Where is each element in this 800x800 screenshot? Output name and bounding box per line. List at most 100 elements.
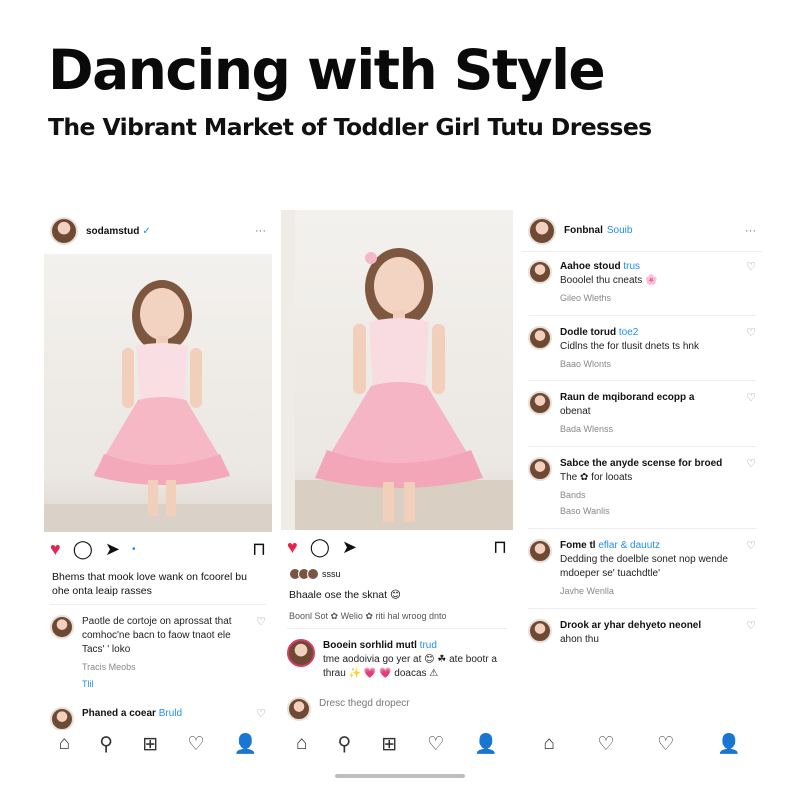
post-photo[interactable] — [281, 210, 513, 530]
more-options-icon[interactable]: ··· — [745, 225, 756, 237]
commenter-avatar[interactable] — [528, 260, 552, 284]
comment-text: The ✿ for looats — [560, 471, 633, 483]
comment-icon[interactable]: ◯ — [310, 537, 330, 558]
activity-icon[interactable]: ♡ — [427, 733, 444, 756]
comment-item: Drook ar yhar dehyeto neonel ahon thu ♡ — [522, 611, 762, 655]
comment-meta: Javhe Wenlla — [560, 585, 614, 596]
comment-item: Booein sorhlid mutl trud tme aodoivia go… — [281, 631, 513, 689]
commenter-avatar[interactable] — [528, 618, 552, 643]
comment-like-icon[interactable]: ♡ — [256, 615, 266, 690]
username[interactable]: sodamstud — [86, 226, 139, 237]
comment-like-icon[interactable]: ♡ — [746, 260, 756, 305]
post-actions: ♥ ◯ ➤ • ⊓ — [44, 532, 272, 566]
comment-meta: Baao Wlonts — [560, 358, 612, 369]
post-photo[interactable] — [44, 254, 272, 532]
divider — [528, 380, 756, 382]
comment-text: Dresc thegd dropecr — [319, 698, 410, 710]
home-indicator[interactable] — [335, 774, 465, 778]
post-header: sodamstud ✓ ··· — [44, 210, 272, 252]
comment-user[interactable]: Sabce the anyde scense for broed — [560, 458, 722, 469]
comment-like-icon[interactable]: ♡ — [746, 326, 756, 371]
comment-user[interactable]: Booein sorhlid mutl — [323, 640, 417, 651]
comment-meta: Bada Wlenss — [560, 424, 614, 435]
bookmark-icon[interactable]: ⊓ — [252, 539, 266, 560]
comment-user[interactable]: Drook ar yhar dehyeto neonel — [560, 620, 701, 631]
divider — [528, 314, 756, 316]
commenter-avatar[interactable] — [528, 325, 552, 350]
comment-item: Fome tl eflar & dauutz Dedding the doelb… — [522, 531, 762, 606]
post-actions: ♥ ◯ ➤ ⊓ — [281, 530, 513, 564]
share-icon[interactable]: ➤ — [342, 537, 357, 558]
post-caption: Bhaale ose the sknat 😊 — [289, 589, 401, 601]
comment-item: Phaned a coear Bruld ♡ — [44, 699, 272, 730]
comment-tag[interactable]: Bruld — [159, 708, 182, 719]
search-icon[interactable]: ⚲ — [99, 733, 113, 756]
comment-tag[interactable]: toe2 — [619, 327, 638, 338]
commenter-avatar[interactable] — [528, 456, 552, 481]
comment-like-icon[interactable]: ♡ — [746, 539, 756, 598]
avatar[interactable] — [50, 217, 78, 245]
profile-icon[interactable]: 👤 — [717, 732, 741, 756]
home-icon[interactable]: ⌂ — [59, 733, 70, 755]
commenter-avatar[interactable] — [50, 615, 74, 640]
post-panel-center: ♥ ◯ ➤ ⊓ sssu Bhaale ose the sknat 😊 Boon… — [281, 210, 513, 730]
comment-text: Paotle de cortoje on aprossat that comho… — [82, 616, 232, 656]
commenter-avatar[interactable] — [528, 391, 552, 416]
activity-icon[interactable]: ♡ — [187, 733, 204, 756]
page-title: Dancing with Style — [48, 38, 606, 102]
post-header: Fonbnal Souib ··· — [522, 210, 762, 252]
comment-sub: Tlil — [82, 678, 94, 689]
divider — [50, 604, 266, 606]
post-panel-left: sodamstud ✓ ··· ♥ ◯ ➤ • ⊓ Bhems that moo… — [44, 210, 272, 730]
divider — [528, 445, 756, 447]
comment-item: Aahoe stoud trus Booolel thu cneats 🌸 Gi… — [522, 252, 762, 313]
comment-like-icon[interactable]: ♡ — [746, 619, 756, 647]
user-tag[interactable]: Souib — [607, 225, 633, 236]
share-icon[interactable]: ➤ — [105, 539, 120, 560]
like-heart-icon[interactable]: ♥ — [50, 539, 61, 560]
profile-icon[interactable]: 👤 — [234, 732, 258, 756]
comment-item: Dresc thegd dropecr — [281, 689, 513, 729]
comment-like-icon[interactable]: ♡ — [746, 457, 756, 518]
verified-icon: ✓ — [142, 225, 151, 237]
bottom-nav-center: ⌂ ⚲ ⊞ ♡ 👤 — [281, 728, 513, 760]
divider — [287, 628, 507, 630]
comment-text: Booolel thu cneats 🌸 — [560, 275, 658, 286]
comment-user[interactable]: Aahoe stoud — [560, 261, 621, 272]
comment-like-icon[interactable]: ♡ — [746, 391, 756, 436]
comment-user[interactable]: Fome tl — [560, 540, 596, 551]
liker-avatars — [289, 568, 319, 580]
comment-tag[interactable]: trus — [623, 261, 640, 272]
liked-by[interactable]: sssu — [281, 564, 513, 584]
comments-panel-right: Fonbnal Souib ··· Aahoe stoud trus Boool… — [522, 210, 762, 730]
comment-text: Cidlns the for tlusit dnets ts hnk — [560, 340, 699, 352]
profile-icon[interactable]: 👤 — [474, 732, 498, 756]
search-icon[interactable]: ⚲ — [337, 733, 351, 756]
more-options-icon[interactable]: ··· — [255, 225, 266, 237]
comment-user[interactable]: Phaned a coear — [82, 708, 156, 719]
activity-icon[interactable]: ♡ — [598, 733, 615, 756]
comment-like-icon[interactable]: ♡ — [256, 707, 266, 730]
home-icon[interactable]: ⌂ — [296, 733, 307, 755]
favorites-icon[interactable]: ♡ — [657, 733, 674, 756]
avatar[interactable] — [528, 216, 556, 245]
comment-tag[interactable]: trud — [420, 640, 437, 651]
headline: Dancing with Style The Vibrant Market of… — [48, 40, 768, 141]
like-heart-icon[interactable]: ♥ — [287, 537, 298, 558]
comment-user[interactable]: Dodle torud — [560, 327, 616, 338]
post-caption: Bhems that mook love wank on fcoorel bu … — [52, 571, 247, 598]
comment-text: obenat — [560, 406, 591, 418]
home-icon[interactable]: ⌂ — [543, 733, 554, 755]
username[interactable]: Fonbnal — [564, 225, 603, 236]
bottom-nav-right: ⌂ ♡ ♡ 👤 — [522, 728, 762, 760]
comment-tag[interactable]: eflar & dauutz — [598, 540, 660, 551]
commenter-avatar[interactable] — [50, 706, 74, 730]
comment-icon[interactable]: ◯ — [73, 539, 93, 560]
reels-icon[interactable]: ⊞ — [142, 733, 158, 756]
bookmark-icon[interactable]: ⊓ — [493, 537, 507, 558]
comment-user[interactable]: Raun de mqiborand ecopp a — [560, 392, 694, 403]
commenter-avatar[interactable] — [528, 538, 552, 563]
add-post-icon[interactable]: ⊞ — [381, 733, 397, 756]
commenter-avatar[interactable] — [287, 639, 315, 668]
commenter-avatar[interactable] — [287, 697, 311, 722]
